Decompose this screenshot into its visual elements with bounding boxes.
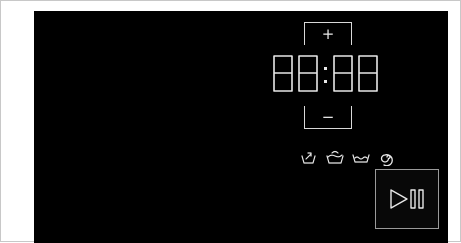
appliance-frame: + 88:88 [0, 0, 461, 243]
spin-icon[interactable] [378, 148, 396, 167]
digit-2 [298, 55, 318, 92]
increase-button[interactable]: + [304, 22, 352, 45]
prewash-icon[interactable] [300, 148, 318, 166]
program-icons-row [300, 148, 410, 167]
colon-separator [324, 67, 327, 83]
rinse-icon[interactable] [352, 148, 370, 166]
digit-1 [273, 55, 293, 92]
decrease-button[interactable]: − [304, 106, 352, 129]
play-pause-icon [390, 189, 424, 209]
plus-icon: + [321, 25, 335, 43]
time-display: 88:88 [271, 53, 383, 97]
start-pause-button[interactable] [375, 169, 439, 229]
control-panel: + 88:88 [34, 11, 448, 243]
minus-icon: − [321, 108, 335, 126]
seven-segment-digits [273, 55, 378, 92]
wash-icon[interactable] [326, 148, 344, 166]
digit-3 [333, 55, 353, 92]
digit-4 [358, 55, 378, 92]
